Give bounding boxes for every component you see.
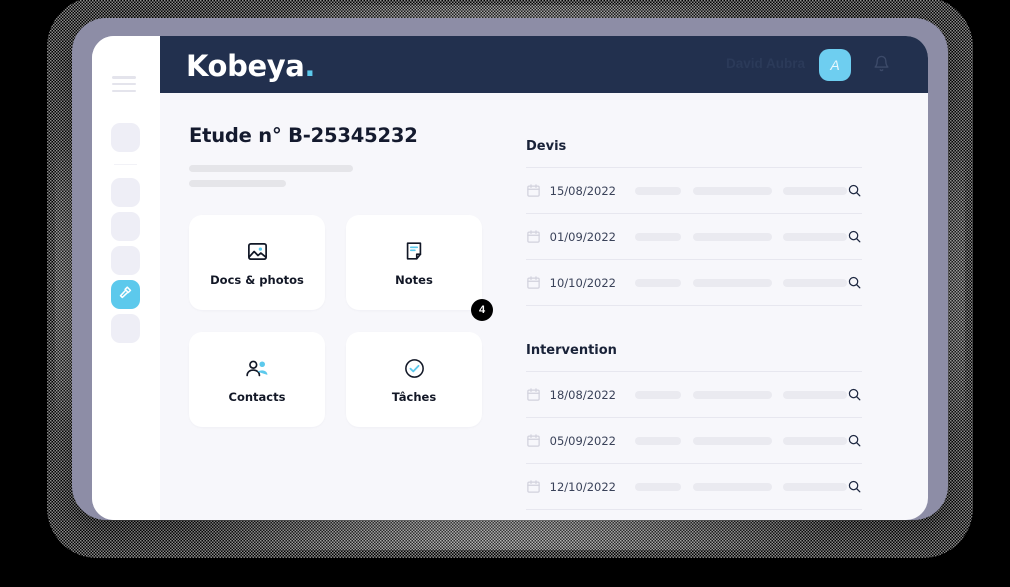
- sidebar-item-6[interactable]: [111, 314, 140, 343]
- screenshot-stage: Kobeya. David Aubra A Etude n° B-2534523…: [0, 0, 1010, 587]
- logo-text: Kobeya: [186, 49, 305, 83]
- row-placeholder-3: [782, 278, 847, 287]
- table-row[interactable]: 01/09/2022: [526, 214, 862, 260]
- intervention-list: 18/08/2022 05/09/2022 12/10/2022: [526, 371, 862, 510]
- card-label: Docs & photos: [210, 273, 304, 287]
- row-placeholder-1: [634, 390, 681, 399]
- row-placeholder-3: [782, 186, 847, 195]
- sidebar-item-1[interactable]: [111, 123, 140, 152]
- hammer-icon: [117, 284, 134, 306]
- table-row[interactable]: 05/09/2022: [526, 418, 862, 464]
- table-row[interactable]: 10/10/2022: [526, 260, 862, 306]
- row-date: 05/09/2022: [549, 433, 616, 448]
- search-icon[interactable]: [847, 433, 862, 448]
- right-column: Devis 15/08/2022 01/09/2022 10/10/2022 I…: [526, 93, 862, 510]
- calendar-icon: [526, 479, 550, 494]
- section-title: Intervention: [526, 343, 617, 358]
- card-label: Notes: [395, 273, 433, 287]
- note-icon: [403, 238, 425, 264]
- calendar-icon: [526, 275, 550, 290]
- app-logo[interactable]: Kobeya.: [186, 49, 315, 83]
- status-badge: 4: [471, 299, 493, 321]
- sidebar-item-2[interactable]: [111, 178, 140, 207]
- left-column: Etude n° B-25345232 Docs & photos Notes …: [189, 93, 519, 427]
- row-placeholder-1: [634, 186, 681, 195]
- bell-icon[interactable]: [873, 54, 890, 78]
- sidebar: [92, 36, 160, 520]
- hamburger-icon[interactable]: [112, 76, 136, 92]
- section-intervention: Intervention 18/08/2022 05/09/2022 12/10…: [526, 306, 862, 510]
- calendar-icon: [526, 387, 550, 402]
- search-icon[interactable]: [847, 479, 862, 494]
- row-placeholder-2: [692, 278, 772, 287]
- sidebar-item-3[interactable]: [111, 212, 140, 241]
- row-date: 12/10/2022: [549, 479, 616, 494]
- section-devis: Devis 15/08/2022 01/09/2022 10/10/2022: [526, 93, 862, 306]
- row-placeholder-2: [692, 186, 772, 195]
- image-icon: [246, 238, 269, 264]
- row-placeholder-1: [634, 278, 681, 287]
- row-date: 15/08/2022: [549, 183, 616, 198]
- search-icon[interactable]: [847, 387, 862, 402]
- subtitle-placeholder-1: [189, 165, 353, 172]
- table-row[interactable]: 18/08/2022: [526, 372, 862, 418]
- user-name[interactable]: David Aubra: [726, 56, 805, 71]
- contacts-icon: [244, 355, 270, 381]
- sidebar-item-tools[interactable]: [111, 280, 140, 309]
- devis-list: 15/08/2022 01/09/2022 10/10/2022: [526, 167, 862, 306]
- check-circle-icon: [403, 355, 426, 381]
- search-icon[interactable]: [847, 275, 862, 290]
- row-placeholder-1: [634, 482, 681, 491]
- search-icon[interactable]: [847, 183, 862, 198]
- row-placeholder-3: [782, 482, 847, 491]
- row-placeholder-3: [782, 436, 847, 445]
- card-docs-photos[interactable]: Docs & photos: [189, 215, 325, 310]
- row-date: 01/09/2022: [549, 229, 616, 244]
- row-date: 18/08/2022: [549, 387, 616, 402]
- row-placeholder-2: [692, 482, 772, 491]
- table-row[interactable]: 15/08/2022: [526, 168, 862, 214]
- card-taches[interactable]: Tâches: [346, 332, 482, 427]
- card-label: Contacts: [228, 390, 286, 404]
- section-title: Devis: [526, 139, 567, 154]
- row-date: 10/10/2022: [549, 275, 616, 290]
- app-viewport: Kobeya. David Aubra A Etude n° B-2534523…: [92, 36, 928, 520]
- row-placeholder-2: [692, 390, 772, 399]
- row-placeholder-1: [634, 232, 681, 241]
- shortcut-cards: Docs & photos Notes 4 Contacts Tâches: [189, 215, 519, 427]
- search-icon[interactable]: [847, 229, 862, 244]
- logo-dot: .: [304, 49, 316, 83]
- avatar[interactable]: A: [819, 49, 851, 81]
- subtitle-placeholder-2: [189, 180, 286, 187]
- sidebar-item-4[interactable]: [111, 246, 140, 275]
- sidebar-divider: [114, 164, 137, 165]
- card-label: Tâches: [391, 390, 437, 404]
- row-placeholder-2: [692, 436, 772, 445]
- row-placeholder-3: [782, 390, 847, 399]
- card-notes[interactable]: Notes 4: [346, 215, 493, 321]
- row-placeholder-3: [782, 232, 847, 241]
- row-placeholder-1: [634, 436, 681, 445]
- calendar-icon: [526, 183, 550, 198]
- page-title: Etude n° B-25345232: [189, 124, 418, 147]
- table-row[interactable]: 12/10/2022: [526, 464, 862, 510]
- card-contacts[interactable]: Contacts: [189, 332, 325, 427]
- device-frame: Kobeya. David Aubra A Etude n° B-2534523…: [72, 18, 948, 520]
- top-bar: Kobeya. David Aubra A: [160, 36, 928, 93]
- row-placeholder-2: [692, 232, 772, 241]
- calendar-icon: [526, 433, 550, 448]
- calendar-icon: [526, 229, 550, 244]
